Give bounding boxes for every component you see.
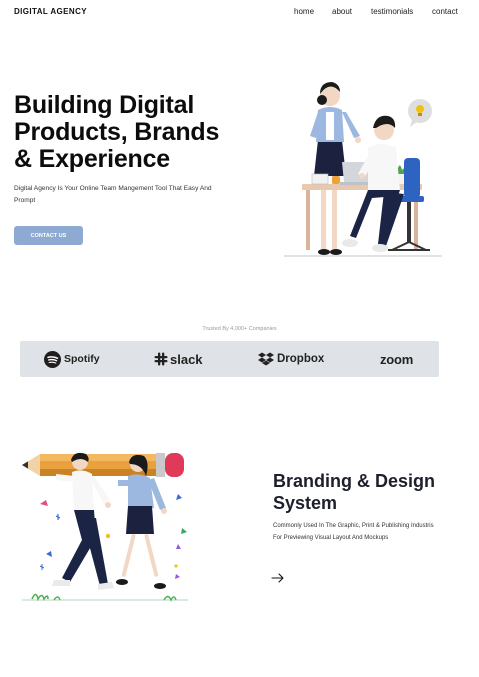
dropbox-icon bbox=[258, 352, 274, 366]
navbar: DIGITAL AGENCY home about testimonials c… bbox=[0, 0, 479, 26]
team-at-desk-illustration bbox=[284, 82, 442, 257]
slack-logo-text: slack bbox=[170, 351, 203, 367]
brand-logo[interactable]: DIGITAL AGENCY bbox=[14, 7, 87, 16]
hero-subtitle: Digital Agency Is Your Online Team Mange… bbox=[14, 185, 212, 204]
feature-description: Commonly Used In The Graphic, Print & Pu… bbox=[273, 523, 434, 541]
arrow-right-icon[interactable] bbox=[271, 572, 285, 584]
dropbox-logo: Dropbox bbox=[258, 350, 324, 368]
slack-icon bbox=[154, 352, 168, 366]
spotify-logo: Spotify bbox=[44, 350, 100, 368]
zoom-logo: zoom bbox=[380, 350, 413, 368]
contact-us-button[interactable]: CONTACT US bbox=[14, 226, 83, 245]
people-carrying-pencil-illustration bbox=[22, 452, 188, 602]
dropbox-logo-text: Dropbox bbox=[277, 353, 325, 365]
hero-title: Building Digital Products, Brands & Expe… bbox=[14, 92, 264, 173]
spotify-logo-text: Spotify bbox=[64, 353, 100, 365]
slack-logo: slack bbox=[154, 350, 203, 368]
nav-link-about[interactable]: about bbox=[332, 7, 352, 16]
hero-title-line: Products, Brands bbox=[14, 118, 220, 146]
trusted-by-label: Trusted By 4,000+ Companies bbox=[202, 326, 277, 332]
hero-title-line: Building Digital bbox=[14, 91, 195, 119]
feature-title-line: System bbox=[273, 493, 338, 513]
feature-title-line: Branding & Design bbox=[273, 471, 436, 491]
nav-link-testimonials[interactable]: testimonials bbox=[371, 7, 413, 16]
hero-title-line: & Experience bbox=[14, 145, 171, 173]
nav-link-contact[interactable]: contact bbox=[432, 7, 458, 16]
spotify-icon bbox=[44, 350, 61, 368]
company-logos-bar: Spotify slack Dropbox zoom bbox=[20, 341, 439, 377]
feature-title: Branding & Design System bbox=[273, 470, 473, 514]
nav-link-home[interactable]: home bbox=[294, 7, 314, 16]
zoom-logo-text: zoom bbox=[380, 351, 414, 367]
